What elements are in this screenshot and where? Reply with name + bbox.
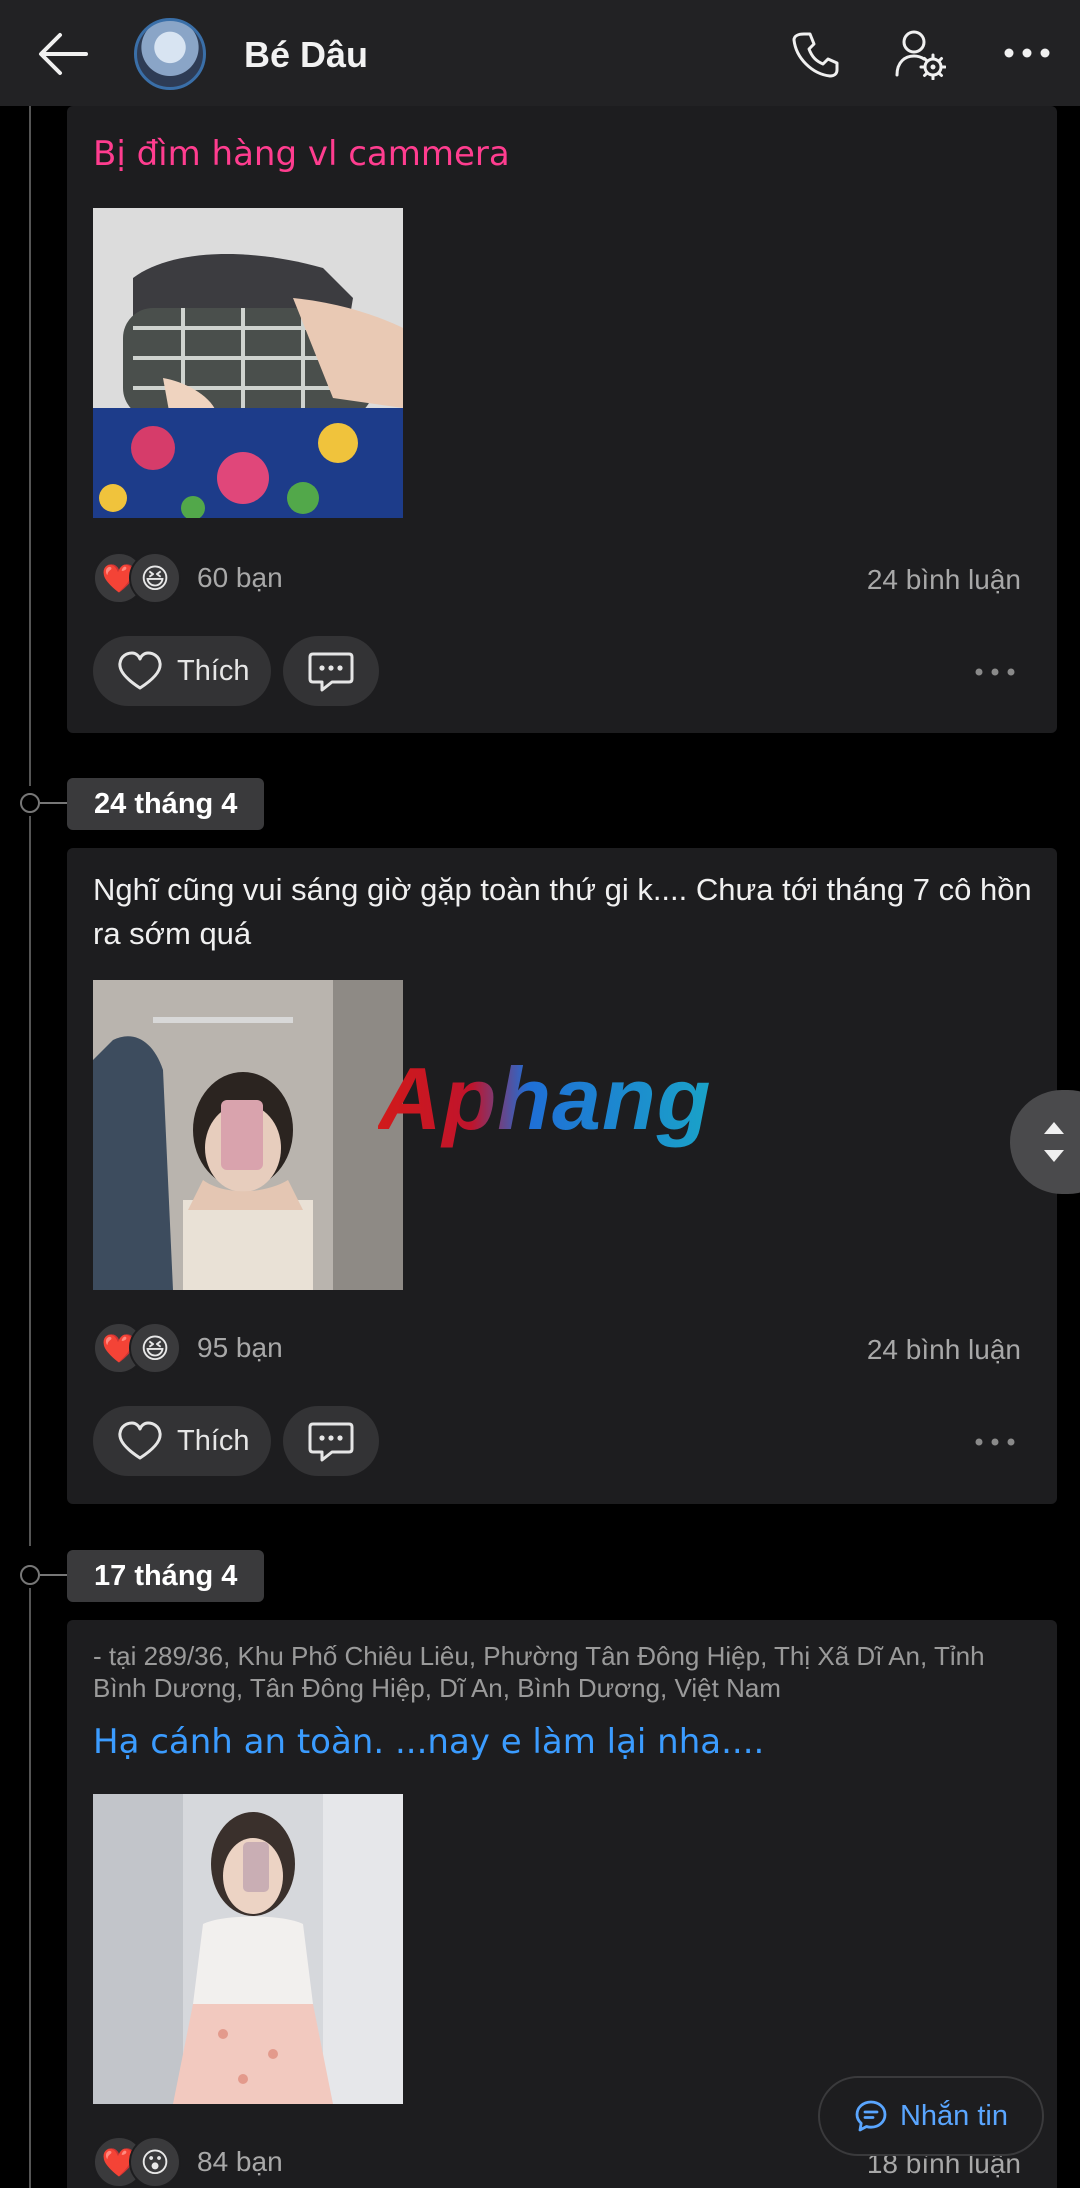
post-more-icon[interactable] <box>973 662 1017 682</box>
comments-count[interactable]: 24 bình luận <box>867 1334 1021 1366</box>
send-message-label: Nhắn tin <box>899 2099 1008 2132</box>
timeline-tick <box>40 1574 68 1576</box>
comment-button[interactable] <box>283 636 379 706</box>
like-button[interactable]: Thích <box>93 636 271 706</box>
post-photo[interactable] <box>93 980 403 1290</box>
post-photo[interactable] <box>93 1794 403 2104</box>
phone-icon[interactable] <box>790 30 840 80</box>
comment-icon <box>308 652 354 692</box>
reaction-summary[interactable]: ❤️ 😆 60 bạn <box>93 552 283 604</box>
timeline-line <box>29 816 31 1546</box>
post-location[interactable]: - tại 289/36, Khu Phố Chiêu Liêu, Phường… <box>93 1640 1043 1704</box>
reaction-summary[interactable]: ❤️ 😮 84 bạn <box>93 2136 283 2188</box>
heart-outline-icon <box>118 1421 162 1460</box>
reaction-summary[interactable]: ❤️ 😆 95 bạn <box>93 1322 283 1374</box>
post-text: Nghĩ cũng vui sáng giờ gặp toàn thứ gi k… <box>93 872 1032 951</box>
post-card: Bị đìm hàng vl cammera ❤️ 😆 60 bạn 24 bì… <box>67 106 1057 733</box>
comment-button[interactable] <box>283 1406 379 1476</box>
user-settings-icon[interactable] <box>894 28 946 80</box>
send-message-button[interactable]: Nhắn tin <box>818 2076 1044 2156</box>
wow-reaction-icon: 😮 <box>129 2136 181 2188</box>
post-text: Hạ cánh an toàn. ...nay e làm lại nha...… <box>93 1722 765 1762</box>
back-arrow-icon[interactable] <box>36 30 90 78</box>
like-button[interactable]: Thích <box>93 1406 271 1476</box>
laugh-reaction-icon: 😆 <box>129 1322 181 1374</box>
timeline-dot <box>20 793 40 813</box>
like-label: Thích <box>177 654 250 687</box>
timeline-dot <box>20 1565 40 1585</box>
timeline-tick <box>40 802 68 804</box>
comment-icon <box>308 1422 354 1462</box>
avatar[interactable] <box>134 18 206 90</box>
reaction-count: 60 bạn <box>197 562 283 593</box>
comments-count[interactable]: 24 bình luận <box>867 564 1021 596</box>
watermark-text: Aphang <box>378 1049 712 1148</box>
post-text: Bị đìm hàng vl cammera <box>93 134 510 174</box>
laugh-reaction-icon: 😆 <box>129 552 181 604</box>
reaction-count: 84 bạn <box>197 2146 283 2177</box>
reaction-count: 95 bạn <box>197 1332 283 1363</box>
date-chip: 24 tháng 4 <box>67 778 265 830</box>
more-icon[interactable] <box>1002 38 1052 68</box>
post-photo[interactable] <box>93 208 403 518</box>
timeline-line <box>29 106 31 786</box>
message-bubble-icon <box>855 2100 887 2132</box>
date-chip: 17 tháng 4 <box>67 1550 265 1602</box>
watermark: Aphang <box>378 1048 712 1150</box>
app-header: Bé Dâu <box>0 0 1080 106</box>
scroll-up-down-icon <box>1044 1122 1064 1162</box>
post-card: Nghĩ cũng vui sáng giờ gặp toàn thứ gi k… <box>67 848 1057 1504</box>
like-label: Thích <box>177 1424 250 1457</box>
post-more-icon[interactable] <box>973 1432 1017 1452</box>
timeline-line <box>29 1588 31 2188</box>
heart-outline-icon <box>118 651 162 690</box>
profile-name[interactable]: Bé Dâu <box>244 34 368 76</box>
